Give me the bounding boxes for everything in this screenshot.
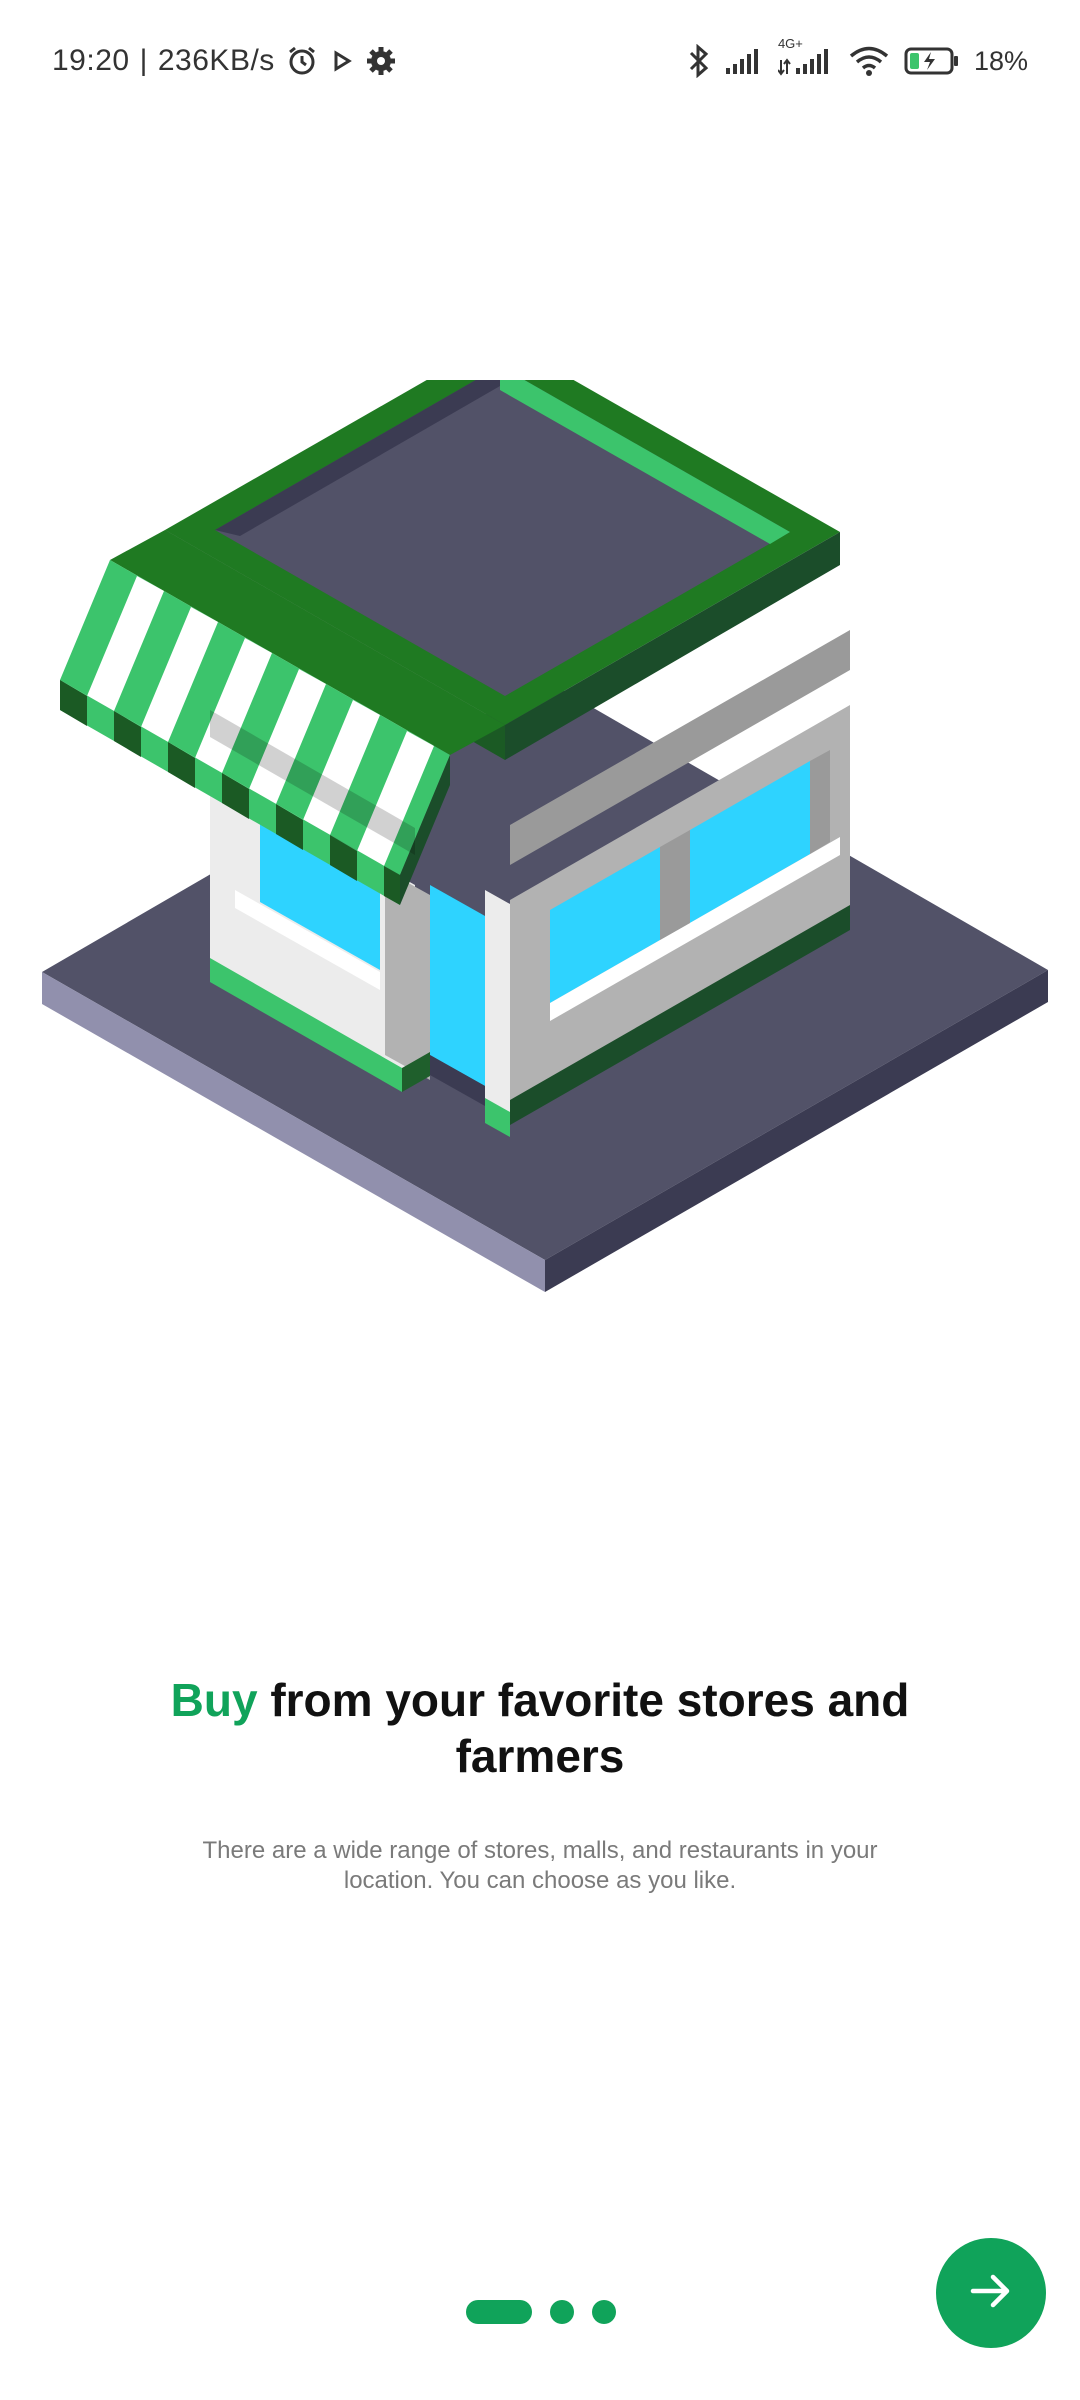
network-speed: 236KB/s xyxy=(157,44,275,77)
status-bar-right: 4G+ 18% xyxy=(688,36,1028,84)
arrow-right-icon xyxy=(967,2267,1015,2320)
status-bar: 19:20 | 236KB/s 4G+ 18% xyxy=(0,0,1080,120)
network-type-label: 4G+ xyxy=(777,36,803,51)
store-illustration xyxy=(30,338,1050,1310)
wifi-icon xyxy=(848,45,890,77)
bluetooth-icon xyxy=(688,44,710,78)
headline-accent: Buy xyxy=(170,1674,258,1726)
headline-text: from your favorite stores and farmers xyxy=(270,1674,910,1782)
separator: | xyxy=(139,44,148,77)
clock: 19:20 xyxy=(52,44,130,77)
play-icon xyxy=(329,48,355,74)
status-bar-left: 19:20 | 236KB/s xyxy=(52,38,397,84)
gear-icon xyxy=(365,45,397,77)
battery-icon xyxy=(904,46,960,76)
page-indicator xyxy=(466,2300,616,2324)
onboarding-headline: Buy from your favorite stores and farmer… xyxy=(90,1672,990,1784)
onboarding-description: There are a wide range of stores, malls,… xyxy=(202,1837,878,1894)
alarm-icon xyxy=(285,44,319,78)
battery-percentage: 18% xyxy=(973,45,1028,76)
next-button[interactable] xyxy=(936,2238,1046,2348)
signal-icon xyxy=(724,46,764,76)
signal-4g-icon: 4G+ xyxy=(777,36,834,76)
page-dot-active[interactable] xyxy=(466,2300,532,2324)
page-dot[interactable] xyxy=(550,2300,574,2324)
page-dot[interactable] xyxy=(592,2300,616,2324)
